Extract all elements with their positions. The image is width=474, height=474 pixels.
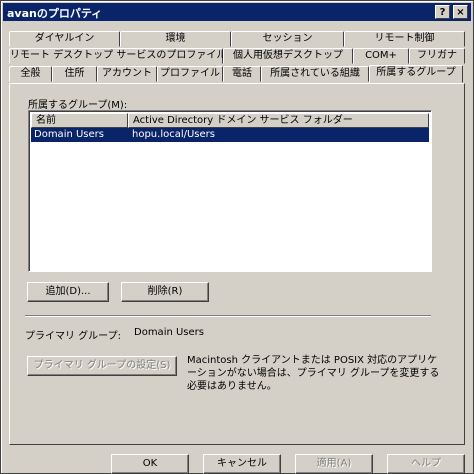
tab-rds-profile[interactable]: リモート デスクトップ サービスのプロファイル [9,48,226,64]
tab-com-plus[interactable]: COM+ [353,48,409,64]
tab-telephone[interactable]: 電話 [223,66,261,82]
tab-remote-control[interactable]: リモート制御 [344,31,465,47]
apply-button[interactable]: 適用(A) [295,454,373,474]
help-button[interactable]: ヘルプ [387,454,465,474]
add-button[interactable]: 追加(D)... [27,282,109,302]
tab-environment[interactable]: 環境 [120,31,231,47]
window-title: avanのプロパティ [7,7,103,20]
primary-group-value: Domain Users [134,327,204,338]
tab-general[interactable]: 全般 [9,66,52,82]
group-name: Domain Users [34,129,104,140]
list-item[interactable]: Domain Users hopu.local/Users [31,128,429,142]
help-icon[interactable]: ? [435,5,450,19]
group-list[interactable]: 名前 Active Directory ドメイン サービス フォルダー Doma… [28,110,432,272]
tab-profile[interactable]: プロファイル [157,66,223,82]
tab-address[interactable]: 住所 [52,66,97,82]
tab-session[interactable]: セッション [231,31,344,47]
tab-member-of[interactable]: 所属するグループ [369,65,463,83]
tab-furigana[interactable]: フリガナ [409,48,465,64]
divider [25,315,431,317]
properties-dialog: avanのプロパティ ? × ダイヤルイン 環境 セッション リモート制御 リモ… [0,0,474,474]
primary-group-label: プライマリ グループ: [25,331,121,342]
column-header-name[interactable]: 名前 [31,113,128,128]
tab-dial-in[interactable]: ダイヤルイン [9,31,120,47]
remove-button[interactable]: 削除(R) [121,282,209,302]
tab-account[interactable]: アカウント [97,66,157,82]
close-icon[interactable]: × [453,5,468,19]
ok-button[interactable]: OK [111,454,189,474]
tab-personal-virtual-desktop[interactable]: 個人用仮想デスクトップ [223,48,353,64]
column-header-folder[interactable]: Active Directory ドメイン サービス フォルダー [128,113,429,128]
primary-note-line3: 必要はありません。 [187,381,277,392]
group-folder: hopu.local/Users [132,129,215,140]
tab-organization[interactable]: 所属されている組織 [261,66,369,82]
set-primary-group-button[interactable]: プライマリ グループの設定(S) [27,356,177,376]
member-of-label: 所属するグループ(M): [28,100,128,111]
cancel-button[interactable]: キャンセル [203,454,281,474]
title-bar: avanのプロパティ ? × [3,3,471,21]
